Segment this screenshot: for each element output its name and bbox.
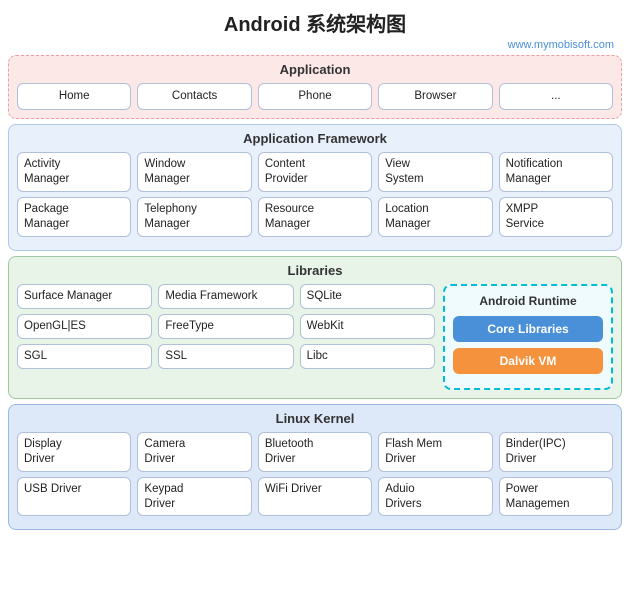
framework-row2: PackageManager TelephonyManager Resource… [17,197,613,237]
fw-view-system[interactable]: ViewSystem [378,152,492,192]
framework-layer: Application Framework ActivityManager Wi… [8,124,622,251]
app-browser[interactable]: Browser [378,83,492,110]
lib-row1: Surface Manager Media Framework SQLite [17,284,435,309]
watermark: www.mymobisoft.com [8,39,622,51]
libraries-layer-title: Libraries [17,263,613,278]
kernel-camera-driver[interactable]: CameraDriver [137,432,251,472]
application-layer-title: Application [17,62,613,77]
fw-window-manager[interactable]: WindowManager [137,152,251,192]
lib-sqlite[interactable]: SQLite [300,284,435,309]
android-runtime-panel: Android Runtime Core Libraries Dalvik VM [443,284,613,390]
lib-row2: OpenGL|ES FreeType WebKit [17,314,435,339]
kernel-row1: DisplayDriver CameraDriver BluetoothDriv… [17,432,613,472]
application-layer: Application Home Contacts Phone Browser … [8,55,622,119]
fw-telephony-manager[interactable]: TelephonyManager [137,197,251,237]
lib-sgl[interactable]: SGL [17,344,152,369]
fw-package-manager[interactable]: PackageManager [17,197,131,237]
lib-opengl[interactable]: OpenGL|ES [17,314,152,339]
fw-location-manager[interactable]: LocationManager [378,197,492,237]
lib-media-framework[interactable]: Media Framework [158,284,293,309]
kernel-keypad-driver[interactable]: KeypadDriver [137,477,251,517]
application-row: Home Contacts Phone Browser ... [17,83,613,110]
libraries-content: Surface Manager Media Framework SQLite O… [17,284,613,390]
app-contacts[interactable]: Contacts [137,83,251,110]
kernel-wifi-driver[interactable]: WiFi Driver [258,477,372,517]
libraries-left: Surface Manager Media Framework SQLite O… [17,284,435,390]
lib-ssl[interactable]: SSL [158,344,293,369]
page-title: Android 系统架构图 [8,8,622,37]
kernel-binder-driver[interactable]: Binder(IPC)Driver [499,432,613,472]
fw-notification-manager[interactable]: NotificationManager [499,152,613,192]
libraries-layer: Libraries Surface Manager Media Framewor… [8,256,622,399]
kernel-display-driver[interactable]: DisplayDriver [17,432,131,472]
kernel-audio-drivers[interactable]: AduioDrivers [378,477,492,517]
lib-freetype[interactable]: FreeType [158,314,293,339]
kernel-bluetooth-driver[interactable]: BluetoothDriver [258,432,372,472]
kernel-layer-title: Linux Kernel [17,411,613,426]
fw-resource-manager[interactable]: ResourceManager [258,197,372,237]
fw-activity-manager[interactable]: ActivityManager [17,152,131,192]
fw-content-provider[interactable]: ContentProvider [258,152,372,192]
framework-row1: ActivityManager WindowManager ContentPro… [17,152,613,192]
app-phone[interactable]: Phone [258,83,372,110]
lib-libc[interactable]: Libc [300,344,435,369]
dalvik-vm-box[interactable]: Dalvik VM [453,348,603,374]
android-runtime-title: Android Runtime [453,294,603,308]
kernel-usb-driver[interactable]: USB Driver [17,477,131,517]
core-libraries-box[interactable]: Core Libraries [453,316,603,342]
kernel-flash-mem-driver[interactable]: Flash MemDriver [378,432,492,472]
kernel-row2: USB Driver KeypadDriver WiFi Driver Adui… [17,477,613,517]
lib-webkit[interactable]: WebKit [300,314,435,339]
lib-row3: SGL SSL Libc [17,344,435,369]
lib-surface-manager[interactable]: Surface Manager [17,284,152,309]
app-home[interactable]: Home [17,83,131,110]
framework-layer-title: Application Framework [17,131,613,146]
app-more[interactable]: ... [499,83,613,110]
kernel-layer: Linux Kernel DisplayDriver CameraDriver … [8,404,622,531]
fw-xmpp-service[interactable]: XMPPService [499,197,613,237]
kernel-power-management[interactable]: PowerManagemen [499,477,613,517]
